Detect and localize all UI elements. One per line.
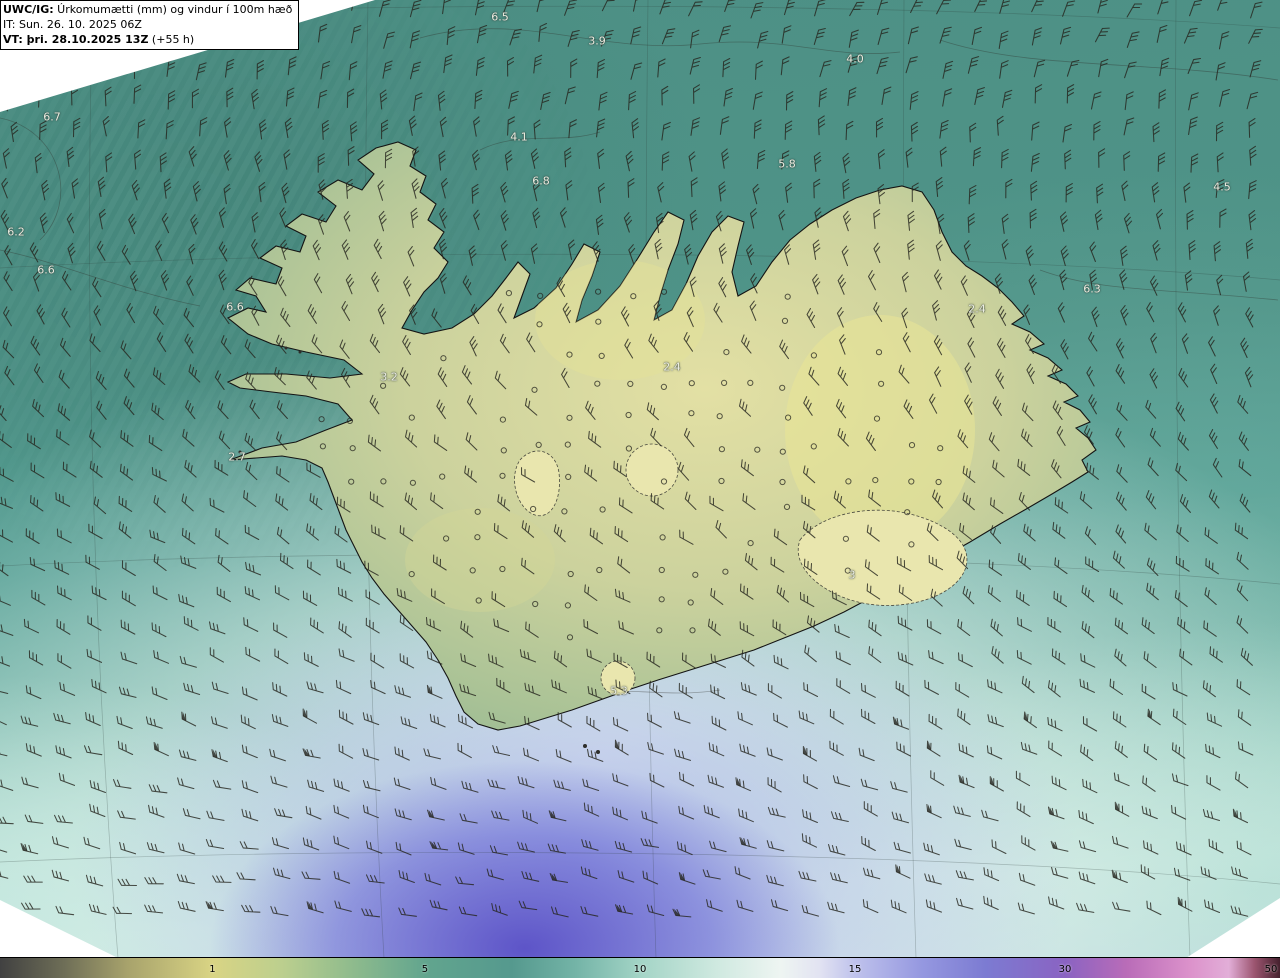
- contour-label: 4.0: [846, 52, 864, 66]
- contour-label: 5.8: [778, 157, 796, 171]
- colorbar-tick-label: 1: [209, 964, 216, 975]
- precipitation-colorbar: 1 5 10 15 30 50: [0, 957, 1280, 978]
- contour-label: 2.4: [663, 360, 681, 374]
- contour-label: 5.3: [610, 684, 628, 698]
- valid-label: VT: þri. 28.10.2025 13Z: [3, 33, 149, 46]
- contour-label: 2.7: [228, 450, 246, 464]
- iceland-landmass: [227, 141, 1097, 754]
- contour-label: 6.5: [491, 10, 509, 24]
- model-text: Úrkomumætti (mm) og vindur í 100m hæð: [53, 3, 293, 16]
- title-box: UWC/IG: Úrkomumætti (mm) og vindur í 100…: [0, 0, 300, 50]
- model-label: UWC/IG:: [3, 3, 54, 16]
- contour-label: 6.3: [1083, 282, 1101, 296]
- contour-label: 3.2: [380, 370, 398, 384]
- map-area: 6.5 3.9 4.0 6.7 4.1 5.8 6.8 4.5 6.2 6.6 6.3 6.6 2.4 2…: [0, 0, 1280, 958]
- title-line-valid: VT: þri. 28.10.2025 13Z (+55 h): [3, 32, 292, 47]
- contour-label: 2.4: [968, 302, 986, 316]
- contour-label: 4.1: [510, 130, 528, 144]
- title-line-init: IT: Sun. 26. 10. 2025 06Z: [3, 17, 292, 32]
- contour-label: 6.7: [43, 110, 61, 124]
- contour-label: 6.2: [7, 225, 25, 239]
- contour-label: 3.9: [588, 34, 606, 48]
- contour-label: 6.6: [37, 263, 55, 277]
- contour-label: 4.5: [1213, 180, 1231, 194]
- init-text: Sun. 26. 10. 2025 06Z: [15, 18, 142, 31]
- glacier-hofsjokull: [625, 443, 679, 497]
- title-line-model: UWC/IG: Úrkomumætti (mm) og vindur í 100…: [3, 2, 292, 17]
- colorbar-tick-label: 10: [633, 964, 647, 975]
- colorbar-tick-label: 30: [1058, 964, 1072, 975]
- contour-label: 6.6: [226, 300, 244, 314]
- colorbar-tick-label: 50: [1264, 964, 1278, 975]
- map-overlay-svg: [0, 0, 1280, 958]
- colorbar-tick-label: 15: [848, 964, 862, 975]
- valid-text: (+55 h): [148, 33, 195, 46]
- weather-map: 6.5 3.9 4.0 6.7 4.1 5.8 6.8 4.5 6.2 6.6 6.3 6.6 2.4 2…: [0, 0, 1280, 978]
- contour-label: 6.8: [532, 174, 550, 188]
- contour-label: 3: [848, 568, 856, 582]
- colorbar-tick-label: 5: [421, 964, 429, 975]
- init-label: IT:: [3, 18, 16, 31]
